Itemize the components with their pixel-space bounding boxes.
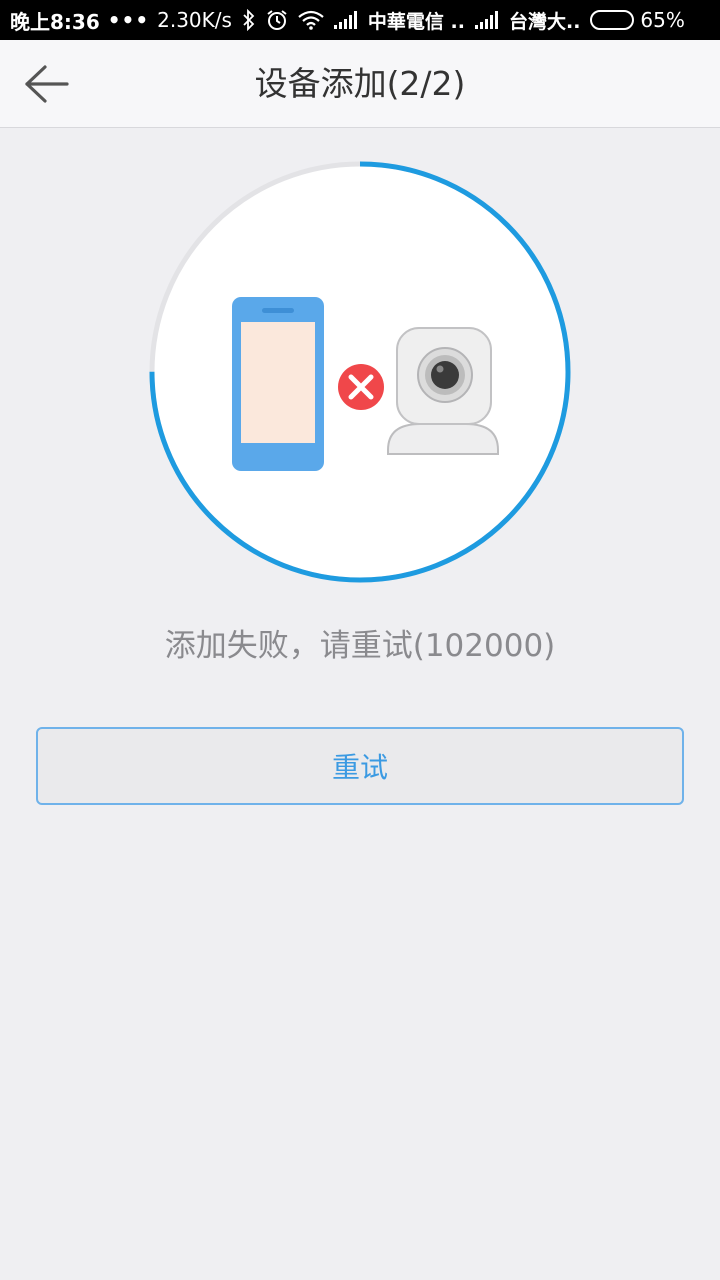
status-dots: ••• <box>107 8 150 32</box>
battery-percent: 65% <box>640 8 685 32</box>
status-time: 晚上8:36 <box>10 9 100 34</box>
error-icon <box>338 364 384 410</box>
phone-icon <box>232 297 324 471</box>
camera-icon <box>387 327 499 455</box>
status-bar: 晚上8:36 ••• 2.30K/s 中華電信 .. 台灣大.. 65% <box>0 0 720 40</box>
signal-icon <box>474 11 499 29</box>
carrier-1-label: 中華電信 .. <box>367 10 465 33</box>
page-title: 设备添加(2/2) <box>254 64 466 103</box>
back-button[interactable] <box>18 58 74 110</box>
battery-icon <box>590 10 635 30</box>
network-speed: 2.30K/s <box>157 8 232 32</box>
error-message: 添加失败，请重试(102000) <box>164 628 556 664</box>
wifi-icon <box>298 10 324 30</box>
bluetooth-icon <box>242 9 256 31</box>
progress-illustration <box>140 152 580 592</box>
app-bar: 设备添加(2/2) <box>0 40 720 128</box>
alarm-icon <box>266 9 288 31</box>
retry-button[interactable]: 重试 <box>36 727 684 805</box>
signal-icon <box>333 11 358 29</box>
carrier-2-label: 台灣大.. <box>508 10 581 33</box>
back-arrow-icon <box>25 65 69 103</box>
